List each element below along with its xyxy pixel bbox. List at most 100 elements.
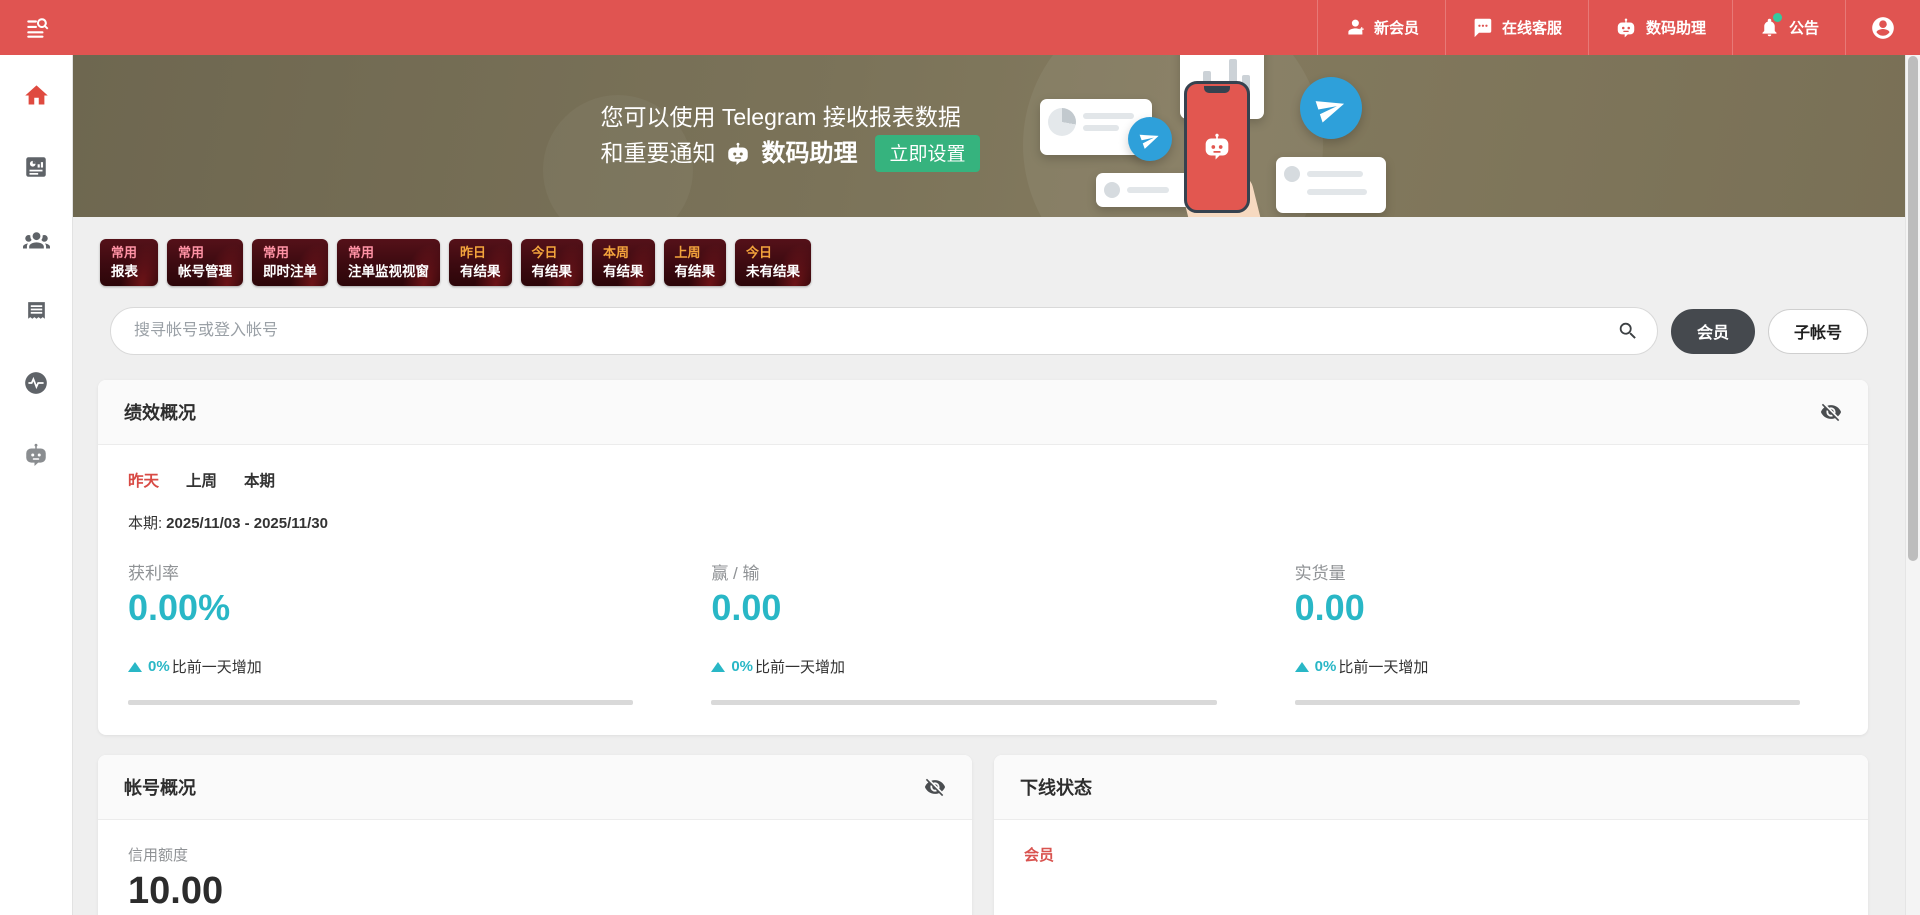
robot-icon <box>1615 17 1637 39</box>
metric-label: 赢 / 输 <box>711 559 1254 584</box>
quick-tag-category: 常用 <box>263 244 317 261</box>
quick-tag-live-bets[interactable]: 常用 即时注单 <box>252 239 328 286</box>
bet-list-icon <box>24 299 49 324</box>
report-icon <box>23 154 49 180</box>
eye-off-icon[interactable] <box>1820 401 1842 423</box>
quick-tag-week-settled[interactable]: 本周 有结果 <box>592 239 655 286</box>
bell-icon <box>1759 17 1780 38</box>
metric-progress-bar <box>128 700 633 705</box>
metric-delta: 0% 比前一天增加 <box>128 656 671 677</box>
sidebar-item-agents[interactable] <box>22 225 50 253</box>
search-row: 会员 子帐号 <box>110 307 1868 355</box>
illustration-message-card <box>1096 173 1192 207</box>
tab-last-week[interactable]: 上周 <box>186 469 217 491</box>
metric-label: 实货量 <box>1295 559 1838 584</box>
nav-new-member[interactable]: 新会员 <box>1317 0 1445 55</box>
nav-digital-assistant[interactable]: 数码助理 <box>1588 0 1732 55</box>
search-input[interactable] <box>110 307 1658 355</box>
sidebar-item-assistant[interactable] <box>22 441 50 469</box>
scrollbar-thumb[interactable] <box>1908 56 1918 561</box>
chat-icon <box>1472 17 1493 38</box>
telegram-plane-icon <box>1300 77 1362 139</box>
menu-toggle-button[interactable] <box>0 0 73 55</box>
telegram-banner[interactable]: 您可以使用 Telegram 接收报表数据 和重要通知 数码助理 立即设置 <box>73 55 1905 217</box>
nav-online-support[interactable]: 在线客服 <box>1445 0 1588 55</box>
sidebar <box>0 55 73 915</box>
main-content: 您可以使用 Telegram 接收报表数据 和重要通知 数码助理 立即设置 <box>73 55 1905 915</box>
quick-tag-label: 帐号管理 <box>178 263 232 280</box>
account-avatar-button[interactable] <box>1845 0 1920 55</box>
telegram-plane-icon <box>1128 117 1172 161</box>
downline-card-header: 下线状态 <box>994 755 1868 820</box>
setup-now-button[interactable]: 立即设置 <box>875 135 979 172</box>
metric-delta-percent: 0% <box>148 658 170 675</box>
performance-card-header: 绩效概况 <box>98 380 1868 445</box>
quick-tag-today-unsettled[interactable]: 今日 未有结果 <box>735 239 811 286</box>
metric-delta-text: 比前一天增加 <box>1338 656 1428 677</box>
search-icon[interactable] <box>1617 320 1639 342</box>
performance-card-body: 昨天 上周 本期 本期:2025/11/03 - 2025/11/30 获利率 … <box>98 445 1868 735</box>
banner-assistant-name: 数码助理 <box>761 136 857 171</box>
metric-delta-percent: 0% <box>1315 658 1337 675</box>
sidebar-item-activity[interactable] <box>22 369 50 397</box>
menu-search-icon <box>24 15 50 41</box>
metric-delta-text: 比前一天增加 <box>755 656 845 677</box>
top-header: 新会员 在线客服 数码助理 <box>0 0 1920 55</box>
quick-tag-category: 常用 <box>111 244 147 261</box>
metric-progress-bar <box>1295 700 1800 705</box>
metric-delta: 0% 比前一天增加 <box>711 656 1254 677</box>
filter-subaccount-button[interactable]: 子帐号 <box>1768 309 1868 354</box>
account-card-header: 帐号概况 <box>98 755 972 820</box>
quick-tags-row: 常用 报表 常用 帐号管理 常用 即时注单 常用 注单监视视窗 昨日 有结果 今… <box>100 239 1905 286</box>
period-line: 本期:2025/11/03 - 2025/11/30 <box>128 512 1838 533</box>
quick-tag-category: 今日 <box>746 244 800 261</box>
downline-title: 下线状态 <box>1020 774 1092 800</box>
quick-tag-label: 有结果 <box>675 263 716 280</box>
metric-value: 0.00% <box>128 587 671 629</box>
metric-turnover: 实货量 0.00 0% 比前一天增加 <box>1295 559 1838 705</box>
metric-label: 获利率 <box>128 559 671 584</box>
sidebar-item-reports[interactable] <box>22 153 50 181</box>
quick-tag-yesterday-settled[interactable]: 昨日 有结果 <box>449 239 512 286</box>
downline-member-link[interactable]: 会员 <box>1024 844 1054 865</box>
account-overview-card: 帐号概况 信用额度 10.00 <box>98 755 972 915</box>
banner-text: 您可以使用 Telegram 接收报表数据 和重要通知 数码助理 立即设置 <box>600 100 979 172</box>
metric-delta-percent: 0% <box>731 658 753 675</box>
nav-label: 公告 <box>1789 17 1819 38</box>
tab-current-period[interactable]: 本期 <box>244 469 275 491</box>
performance-tabs: 昨天 上周 本期 <box>128 469 1838 491</box>
quick-tag-label: 有结果 <box>603 263 644 280</box>
quick-tag-reports[interactable]: 常用 报表 <box>100 239 158 286</box>
period-label: 本期: <box>128 515 162 532</box>
quick-tag-category: 今日 <box>532 244 573 261</box>
metric-delta: 0% 比前一天增加 <box>1295 656 1838 677</box>
illustration-message-card <box>1276 157 1386 213</box>
metric-delta-text: 比前一天增加 <box>172 656 262 677</box>
tab-yesterday[interactable]: 昨天 <box>128 469 159 491</box>
credit-limit-value: 10.00 <box>128 870 942 913</box>
filter-member-button[interactable]: 会员 <box>1671 309 1755 354</box>
account-card-body: 信用额度 10.00 <box>98 820 972 915</box>
account-circle-icon <box>1870 15 1896 41</box>
quick-tag-label: 有结果 <box>532 263 573 280</box>
quick-tag-today-settled[interactable]: 今日 有结果 <box>521 239 584 286</box>
quick-tag-category: 昨日 <box>460 244 501 261</box>
nav-announcements[interactable]: 公告 <box>1732 0 1845 55</box>
quick-tag-account-management[interactable]: 常用 帐号管理 <box>167 239 243 286</box>
scrollbar-track[interactable] <box>1905 55 1920 915</box>
banner-line2-prefix: 和重要通知 <box>600 136 715 171</box>
triangle-up-icon <box>128 662 142 672</box>
assistant-robot-icon <box>23 442 49 468</box>
bottom-cards-row: 帐号概况 信用额度 10.00 下线状态 会员 <box>98 755 1868 915</box>
quick-tag-lastweek-settled[interactable]: 上周 有结果 <box>664 239 727 286</box>
banner-robot-icon <box>725 141 751 167</box>
downline-card-body: 会员 <box>994 820 1868 889</box>
eye-off-icon[interactable] <box>924 776 946 798</box>
sidebar-item-home[interactable] <box>22 81 50 109</box>
quick-tag-bet-monitor[interactable]: 常用 注单监视视窗 <box>337 239 440 286</box>
quick-tag-label: 有结果 <box>460 263 501 280</box>
nav-label: 在线客服 <box>1502 17 1562 38</box>
sidebar-item-bet-list[interactable] <box>22 297 50 325</box>
notification-dot <box>1773 13 1782 22</box>
nav-label: 新会员 <box>1374 17 1419 38</box>
